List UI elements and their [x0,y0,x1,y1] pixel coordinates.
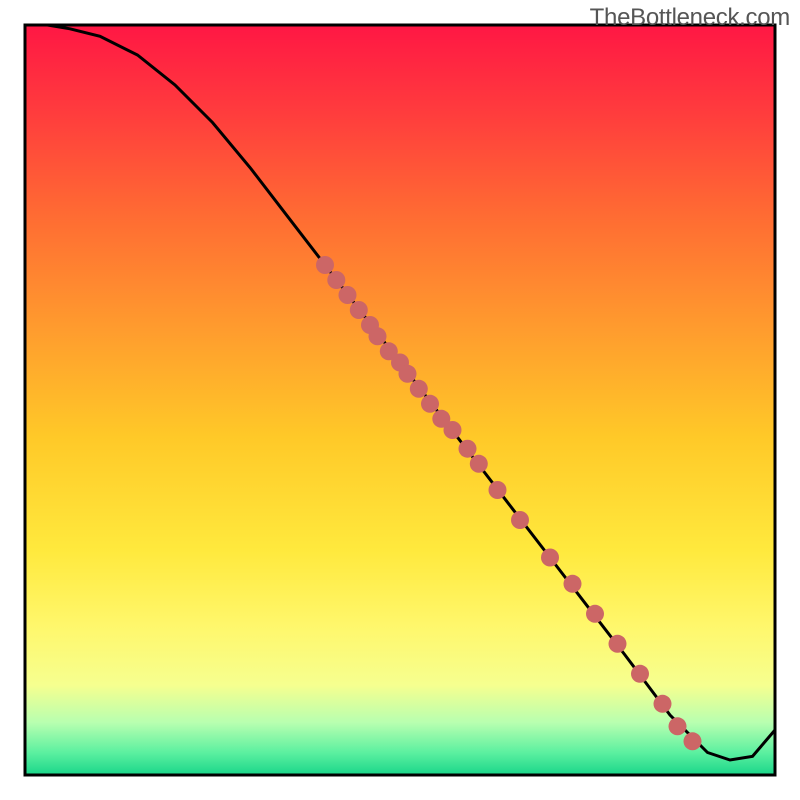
data-point [631,665,649,683]
data-point [399,365,417,383]
data-point [327,271,345,289]
data-point [586,605,604,623]
data-point [444,421,462,439]
bottleneck-chart: TheBottleneck.com [0,0,800,800]
data-point [459,440,477,458]
data-point [609,635,627,653]
watermark-label: TheBottleneck.com [590,4,790,32]
data-point [511,511,529,529]
data-point [470,455,488,473]
data-point [421,395,439,413]
data-point [410,380,428,398]
data-point [339,286,357,304]
plot-background [25,25,775,775]
data-point [564,575,582,593]
data-point [369,327,387,345]
data-point [654,695,672,713]
data-point [316,256,334,274]
data-point [541,549,559,567]
data-point [489,481,507,499]
chart-svg [0,0,800,800]
data-point [669,717,687,735]
data-point [684,732,702,750]
data-point [350,301,368,319]
